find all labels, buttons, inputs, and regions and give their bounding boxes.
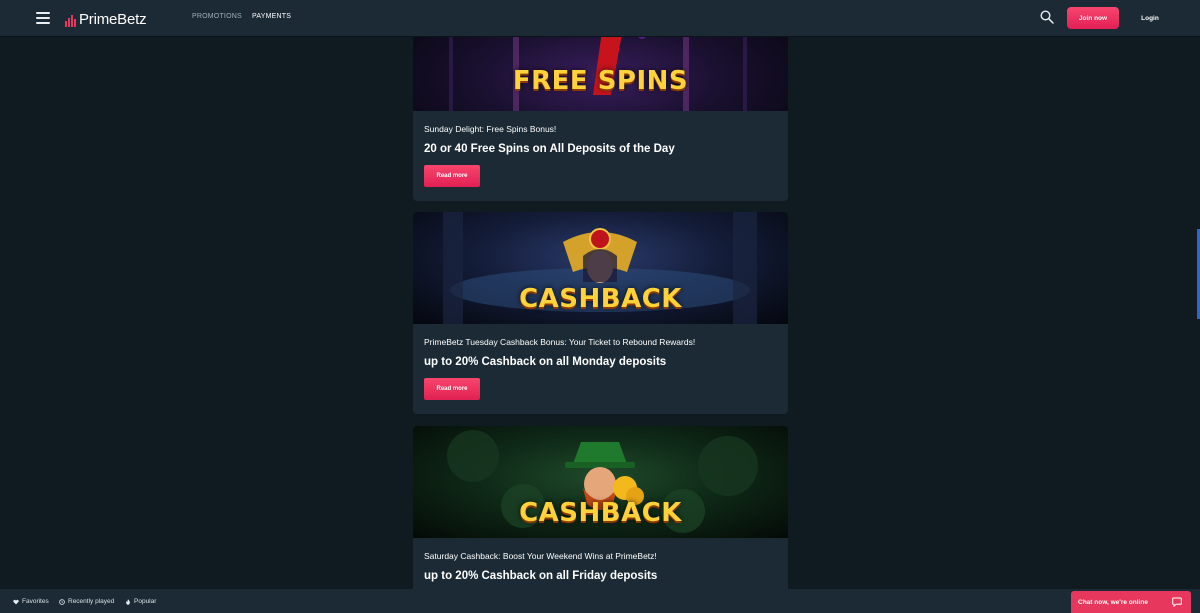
live-chat-button[interactable]: Chat now, we're online	[1071, 591, 1191, 613]
promo-subtitle: Saturday Cashback: Boost Your Weekend Wi…	[424, 551, 657, 561]
promo-title: up to 20% Cashback on all Monday deposit…	[424, 356, 667, 368]
read-more-button[interactable]: Read more	[424, 165, 480, 187]
search-icon[interactable]	[1040, 10, 1054, 24]
logo-text-prime: Prime	[79, 11, 118, 28]
nav-payments[interactable]: PAYMENTS	[252, 13, 291, 20]
bottom-nav-popular[interactable]: Popular	[125, 598, 156, 605]
heart-icon	[13, 599, 19, 604]
chat-label: Chat now, we're online	[1078, 598, 1148, 606]
bottom-nav-favorites[interactable]: Favorites	[13, 598, 49, 605]
promo-title: 20 or 40 Free Spins on All Deposits of t…	[424, 143, 675, 155]
promo-card-tuesday-cashback: CASHBACK PrimeBetz Tuesday Cashback Bonu…	[413, 212, 788, 414]
primebetz-logo[interactable]: PrimeBetz	[65, 9, 147, 28]
logo-bars-icon	[65, 15, 76, 27]
banner-title-cashback: CASHBACK	[519, 284, 682, 314]
bottom-nav-bar: Favorites Recently played Popular	[0, 589, 1200, 613]
nav-promotions[interactable]: PROMOTIONS	[192, 13, 242, 20]
flame-icon	[126, 598, 130, 605]
bottom-nav-label: Favorites	[22, 598, 49, 605]
logo-text-betz: Betz	[117, 11, 147, 28]
promo-title: up to 20% Cashback on all Friday deposit…	[424, 570, 658, 582]
chat-bubble-icon	[1172, 597, 1182, 607]
top-header: PrimeBetz PROMOTIONS PAYMENTS Join now L…	[0, 0, 1200, 37]
promo-card-saturday-cashback: CASHBACK Saturday Cashback: Boost Your W…	[413, 426, 788, 613]
promo-banner-image: CASHBACK	[413, 426, 788, 538]
bottom-nav-label: Recently played	[68, 598, 115, 605]
promo-subtitle: PrimeBetz Tuesday Cashback Bonus: Your T…	[424, 337, 696, 347]
join-now-button[interactable]: Join now	[1067, 7, 1119, 29]
bottom-nav-recently-played[interactable]: Recently played	[59, 598, 114, 605]
bottom-nav-label: Popular	[134, 598, 157, 605]
hamburger-menu-icon[interactable]	[36, 12, 50, 24]
promo-banner-image: CASHBACK	[413, 212, 788, 324]
read-more-button[interactable]: Read more	[424, 378, 480, 400]
promo-subtitle: Sunday Delight: Free Spins Bonus!	[424, 124, 557, 134]
banner-title-free-spins: FREE SPINS	[512, 66, 689, 96]
clock-icon	[59, 598, 65, 605]
login-button[interactable]: Login	[1132, 7, 1168, 29]
banner-title-cashback: CASHBACK	[519, 498, 682, 528]
